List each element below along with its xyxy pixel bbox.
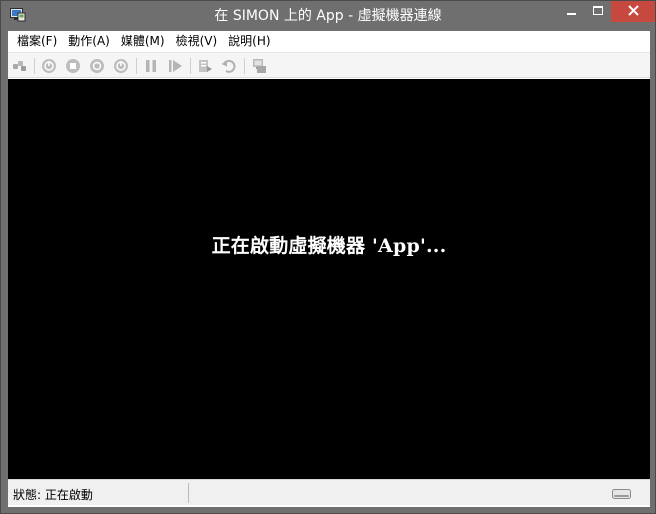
close-icon (627, 4, 639, 19)
ctrl-alt-del-icon[interactable] (11, 57, 29, 75)
toolbar-separator (244, 58, 245, 74)
turn-off-icon[interactable] (64, 57, 82, 75)
status-divider (188, 483, 189, 503)
menu-bar: 檔案(F) 動作(A) 媒體(M) 檢視(V) 說明(H) (8, 31, 650, 51)
menu-help[interactable]: 說明(H) (223, 31, 276, 51)
toolbar-separator (34, 58, 35, 74)
vm-connection-window: 在 SIMON 上的 App - 虛擬機器連線 檔案(F) 動作(A) 媒體(M… (0, 0, 656, 514)
minimize-icon (567, 5, 577, 19)
menu-action[interactable]: 動作(A) (63, 31, 116, 51)
toolbar (8, 52, 650, 78)
close-button[interactable] (611, 1, 655, 22)
resume-icon[interactable] (166, 57, 184, 75)
keyboard-icon (612, 488, 632, 500)
console-message: 正在啟動虛擬機器 'App'... (211, 235, 447, 257)
pause-icon[interactable] (142, 57, 160, 75)
toolbar-separator (190, 58, 191, 74)
toolbar-separator (136, 58, 137, 74)
vm-console[interactable]: 正在啟動虛擬機器 'App'... (8, 79, 650, 479)
checkpoint-icon[interactable] (196, 57, 214, 75)
maximize-button[interactable] (585, 1, 611, 22)
status-text: 狀態: 正在啟動 (13, 488, 93, 502)
maximize-icon (593, 5, 603, 19)
menu-file[interactable]: 檔案(F) (12, 31, 63, 51)
client-area: 檔案(F) 動作(A) 媒體(M) 檢視(V) 說明(H) 正在啟動虛擬機器 '… (8, 31, 650, 507)
menu-view[interactable]: 檢視(V) (171, 31, 224, 51)
revert-icon[interactable] (220, 57, 238, 75)
title-bar[interactable]: 在 SIMON 上的 App - 虛擬機器連線 (1, 1, 655, 31)
menu-media[interactable]: 媒體(M) (116, 31, 171, 51)
save-icon[interactable] (112, 57, 130, 75)
shut-down-icon[interactable] (88, 57, 106, 75)
status-bar: 狀態: 正在啟動 (8, 479, 650, 505)
window-title: 在 SIMON 上的 App - 虛擬機器連線 (214, 8, 442, 24)
start-icon[interactable] (40, 57, 58, 75)
minimize-button[interactable] (559, 1, 585, 22)
enhanced-session-icon[interactable] (250, 57, 268, 75)
